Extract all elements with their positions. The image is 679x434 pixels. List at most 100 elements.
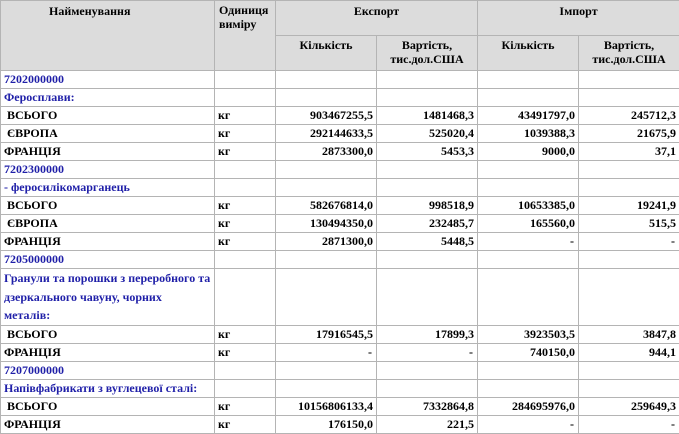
- import-value: -: [579, 233, 679, 251]
- row-label: ВСЬОГО: [1, 326, 215, 344]
- header-export-qty: Кількість: [276, 36, 377, 71]
- table-row: ФРАНЦІЯ кг 2873300,0 5453,3 9000,0 37,1: [1, 143, 679, 161]
- export-qty: 17916545,5: [276, 326, 377, 344]
- value-line2: тис.дол.США: [592, 52, 665, 66]
- section-desc: Феросплави:: [1, 89, 215, 107]
- row-unit: кг: [215, 326, 276, 344]
- export-qty: 130494350,0: [276, 215, 377, 233]
- row-label: ФРАНЦІЯ: [1, 416, 215, 434]
- import-qty: -: [478, 416, 579, 434]
- import-qty: 165560,0: [478, 215, 579, 233]
- import-qty: -: [478, 233, 579, 251]
- row-unit: кг: [215, 197, 276, 215]
- value-line1: Вартість,: [402, 38, 452, 52]
- export-value: 1481468,3: [377, 107, 478, 125]
- header-unit: Одиниця виміру: [215, 1, 276, 71]
- table-row: ФРАНЦІЯ кг 2871300,0 5448,5 - -: [1, 233, 679, 251]
- table-row: ЄВРОПА кг 130494350,0 232485,7 165560,0 …: [1, 215, 679, 233]
- import-value: 944,1: [579, 344, 679, 362]
- row-label: ВСЬОГО: [1, 197, 215, 215]
- row-label: ВСЬОГО: [1, 398, 215, 416]
- export-qty: 903467255,5: [276, 107, 377, 125]
- section-desc: Гранули та порошки з переробного та дзер…: [1, 269, 215, 326]
- row-label: ЄВРОПА: [1, 215, 215, 233]
- import-value: 21675,9: [579, 125, 679, 143]
- header-unit-line1: Одиниця: [219, 3, 268, 17]
- export-qty: 2871300,0: [276, 233, 377, 251]
- row-unit: кг: [215, 398, 276, 416]
- table-row: ВСЬОГО кг 582676814,0 998518,9 10653385,…: [1, 197, 679, 215]
- export-value: 998518,9: [377, 197, 478, 215]
- export-value: 525020,4: [377, 125, 478, 143]
- section-code-row: 7205000000: [1, 251, 679, 269]
- section-code: 7207000000: [1, 362, 215, 380]
- row-unit: кг: [215, 143, 276, 161]
- table-row: ФРАНЦІЯ кг - - 740150,0 944,1: [1, 344, 679, 362]
- import-qty: 43491797,0: [478, 107, 579, 125]
- header-export-value: Вартість, тис.дол.США: [377, 36, 478, 71]
- import-value: 515,5: [579, 215, 679, 233]
- import-value: -: [579, 416, 679, 434]
- value-line1: Вартість,: [604, 38, 654, 52]
- section-desc-row: Гранули та порошки з переробного та дзер…: [1, 269, 679, 326]
- row-unit: кг: [215, 215, 276, 233]
- section-code-row: 7207000000: [1, 362, 679, 380]
- section-desc: - феросилікомарганець: [1, 179, 215, 197]
- table-row: ЄВРОПА кг 292144633,5 525020,4 1039388,3…: [1, 125, 679, 143]
- import-qty: 740150,0: [478, 344, 579, 362]
- export-value: 221,5: [377, 416, 478, 434]
- import-qty: 284695976,0: [478, 398, 579, 416]
- value-line2: тис.дол.США: [390, 52, 463, 66]
- section-desc-row: Напівфабрикати з вуглецевої сталі:: [1, 380, 679, 398]
- import-value: 245712,3: [579, 107, 679, 125]
- table-row: ВСЬОГО кг 10156806133,4 7332864,8 284695…: [1, 398, 679, 416]
- table-row: ВСЬОГО кг 903467255,5 1481468,3 43491797…: [1, 107, 679, 125]
- export-qty: 10156806133,4: [276, 398, 377, 416]
- row-unit: кг: [215, 107, 276, 125]
- import-qty: 9000,0: [478, 143, 579, 161]
- export-value: -: [377, 344, 478, 362]
- table-row: ВСЬОГО кг 17916545,5 17899,3 3923503,5 3…: [1, 326, 679, 344]
- row-unit: кг: [215, 125, 276, 143]
- import-qty: 10653385,0: [478, 197, 579, 215]
- export-qty: 2873300,0: [276, 143, 377, 161]
- section-desc-row: Феросплави:: [1, 89, 679, 107]
- row-unit: кг: [215, 344, 276, 362]
- row-unit: кг: [215, 416, 276, 434]
- row-label: ВСЬОГО: [1, 107, 215, 125]
- export-value: 5453,3: [377, 143, 478, 161]
- row-label: ФРАНЦІЯ: [1, 344, 215, 362]
- header-name: Найменування: [1, 1, 215, 71]
- row-unit: кг: [215, 233, 276, 251]
- section-code-row: 7202000000: [1, 71, 679, 89]
- export-qty: 176150,0: [276, 416, 377, 434]
- import-value: 3847,8: [579, 326, 679, 344]
- section-code: 7202300000: [1, 161, 215, 179]
- section-desc-row: - феросилікомарганець: [1, 179, 679, 197]
- import-value: 259649,3: [579, 398, 679, 416]
- export-value: 7332864,8: [377, 398, 478, 416]
- section-code: 7205000000: [1, 251, 215, 269]
- export-qty: 582676814,0: [276, 197, 377, 215]
- row-label: ФРАНЦІЯ: [1, 143, 215, 161]
- import-qty: 1039388,3: [478, 125, 579, 143]
- export-value: 5448,5: [377, 233, 478, 251]
- header-unit-line2: виміру: [219, 17, 256, 31]
- export-value: 232485,7: [377, 215, 478, 233]
- header-import: Імпорт: [478, 1, 679, 36]
- row-label: ЄВРОПА: [1, 125, 215, 143]
- trade-table: Найменування Одиниця виміру Експорт Імпо…: [0, 0, 679, 434]
- export-qty: 292144633,5: [276, 125, 377, 143]
- header-import-qty: Кількість: [478, 36, 579, 71]
- export-value: 17899,3: [377, 326, 478, 344]
- header-import-value: Вартість, тис.дол.США: [579, 36, 679, 71]
- row-label: ФРАНЦІЯ: [1, 233, 215, 251]
- section-code-row: 7202300000: [1, 161, 679, 179]
- export-qty: -: [276, 344, 377, 362]
- header-export: Експорт: [276, 1, 478, 36]
- section-code: 7202000000: [1, 71, 215, 89]
- import-value: 37,1: [579, 143, 679, 161]
- import-qty: 3923503,5: [478, 326, 579, 344]
- section-desc: Напівфабрикати з вуглецевої сталі:: [1, 380, 215, 398]
- table-row: ФРАНЦІЯ кг 176150,0 221,5 - -: [1, 416, 679, 434]
